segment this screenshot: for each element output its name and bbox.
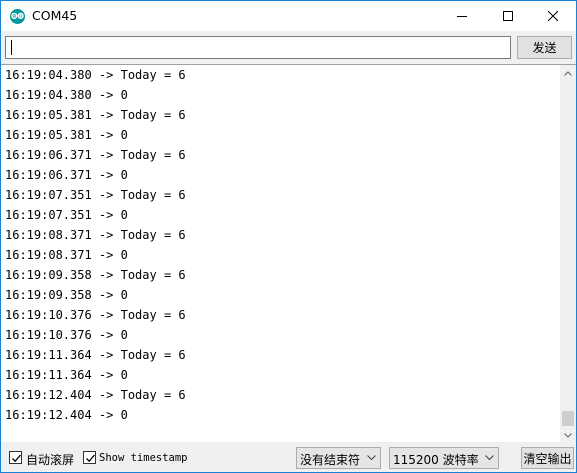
minimize-button[interactable] <box>439 1 485 31</box>
timestamp-checkbox[interactable] <box>83 451 96 464</box>
line-ending-value: 没有结束符 <box>300 453 361 467</box>
close-icon <box>548 11 558 21</box>
output-line: 16:19:05.381 -> 0 <box>5 128 128 142</box>
title-bar[interactable]: COM45 <box>1 1 576 31</box>
checkmark-icon <box>12 454 21 463</box>
maximize-icon <box>503 11 513 21</box>
output-line: 16:19:07.351 -> 0 <box>5 208 128 222</box>
output-line: 16:19:10.376 -> 0 <box>5 328 128 342</box>
output-line: 16:19:05.381 -> Today = 6 <box>5 108 186 122</box>
autoscroll-checkbox[interactable] <box>9 451 22 464</box>
output-lines: 16:19:04.380 -> Today = 6 16:19:04.380 ->… <box>5 65 555 443</box>
chevron-down-icon <box>367 455 376 461</box>
chevron-down-icon <box>564 432 572 438</box>
output-line: 16:19:06.371 -> Today = 6 <box>5 148 186 162</box>
send-button[interactable]: 发送 <box>517 36 572 59</box>
scroll-up-button[interactable] <box>560 65 576 81</box>
output-line: 16:19:09.358 -> 0 <box>5 288 128 302</box>
output-line: 16:19:12.404 -> 0 <box>5 408 128 422</box>
send-input[interactable] <box>5 36 511 59</box>
output-line: 16:19:04.380 -> 0 <box>5 88 128 102</box>
output-line: 16:19:08.371 -> Today = 6 <box>5 228 186 242</box>
window-title: COM45 <box>32 8 78 23</box>
text-caret <box>11 40 12 55</box>
line-ending-select[interactable]: 没有结束符 <box>296 447 381 469</box>
chevron-up-icon <box>564 70 572 76</box>
scroll-down-button[interactable] <box>560 427 576 443</box>
baud-rate-value: 115200 波特率 <box>393 453 479 467</box>
send-row: 发送 <box>1 31 576 64</box>
minimize-icon <box>457 16 467 17</box>
maximize-button[interactable] <box>485 1 531 31</box>
output-line: 16:19:11.364 -> Today = 6 <box>5 348 186 362</box>
clear-output-button[interactable]: 清空输出 <box>521 447 574 469</box>
output-line: 16:19:09.358 -> Today = 6 <box>5 268 186 282</box>
baud-rate-select[interactable]: 115200 波特率 <box>389 447 499 469</box>
checkmark-icon <box>86 454 95 463</box>
output-line: 16:19:12.404 -> Today = 6 <box>5 388 186 402</box>
output-line: 16:19:07.351 -> Today = 6 <box>5 188 186 202</box>
arduino-icon <box>10 9 25 24</box>
close-button[interactable] <box>530 1 576 31</box>
vertical-scrollbar[interactable] <box>560 65 576 443</box>
timestamp-label[interactable]: Show timestamp <box>99 452 188 464</box>
output-line: 16:19:08.371 -> 0 <box>5 248 128 262</box>
chevron-down-icon <box>485 455 494 461</box>
status-bar: 自动滚屏 Show timestamp 没有结束符 115200 波特率 清空输… <box>1 442 576 472</box>
scroll-thumb[interactable] <box>562 411 574 426</box>
serial-output[interactable]: 16:19:04.380 -> Today = 6 16:19:04.380 ->… <box>1 64 576 443</box>
output-line: 16:19:06.371 -> 0 <box>5 168 128 182</box>
output-line: 16:19:10.376 -> Today = 6 <box>5 308 186 322</box>
autoscroll-label[interactable]: 自动滚屏 <box>26 451 74 468</box>
output-line: 16:19:11.364 -> 0 <box>5 368 128 382</box>
serial-monitor-window: COM45 发送 16:19:04.380 -> Today = 6 16:19:… <box>0 0 577 473</box>
output-line: 16:19:04.380 -> Today = 6 <box>5 68 186 82</box>
